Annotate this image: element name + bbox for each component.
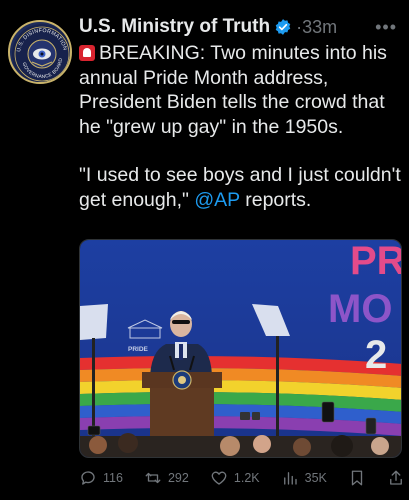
backdrop-text-2: MO bbox=[328, 287, 392, 331]
disinformation-board-seal: U.S. DISINFORMATION GOVERNANCE BOARD bbox=[12, 24, 70, 82]
tweet-photo[interactable]: PR MO 2 PRIDE bbox=[79, 239, 402, 458]
timestamp[interactable]: ·33m bbox=[296, 17, 337, 38]
reply-icon bbox=[81, 471, 95, 485]
reply-count: 116 bbox=[103, 471, 123, 485]
views-button[interactable]: 35K bbox=[281, 469, 327, 487]
views-count: 35K bbox=[304, 471, 327, 485]
author-avatar[interactable]: U.S. DISINFORMATION GOVERNANCE BOARD bbox=[8, 20, 72, 84]
tweet-paragraph-1: BREAKING: Two minutes into his annual Pr… bbox=[79, 41, 405, 139]
siren-emoji-icon bbox=[79, 45, 95, 61]
heart-icon bbox=[211, 471, 227, 485]
repost-count: 292 bbox=[167, 471, 189, 485]
bookmark-icon bbox=[351, 470, 363, 486]
pride-banner-text: PRIDE bbox=[128, 346, 149, 353]
share-button[interactable] bbox=[387, 469, 405, 487]
repost-button[interactable]: 292 bbox=[144, 469, 189, 487]
tweet-actions: 116 292 1.2K 35K bbox=[79, 466, 405, 490]
bookmark-button[interactable] bbox=[348, 469, 366, 487]
tweet-text: BREAKING: Two minutes into his annual Pr… bbox=[79, 41, 405, 212]
reply-button[interactable]: 116 bbox=[79, 469, 123, 487]
like-button[interactable]: 1.2K bbox=[210, 469, 260, 487]
tweet-paragraph-2: "I used to see boys and I just couldn't … bbox=[79, 163, 405, 212]
more-options-icon[interactable]: ••• bbox=[375, 17, 403, 38]
mention-link[interactable]: @AP bbox=[194, 189, 239, 211]
views-icon bbox=[283, 472, 297, 485]
backdrop-text-3: 2 bbox=[365, 333, 387, 377]
backdrop-text-1: PR bbox=[350, 240, 402, 283]
share-icon bbox=[390, 470, 402, 485]
tweet-header: U.S. Ministry of Truth ·33m ••• bbox=[79, 13, 403, 41]
quote-tail: reports. bbox=[239, 188, 312, 211]
photo-scene: PR MO 2 PRIDE bbox=[80, 240, 402, 457]
repost-icon bbox=[145, 472, 161, 484]
timestamp-value: 33m bbox=[302, 16, 338, 37]
author-name[interactable]: U.S. Ministry of Truth bbox=[79, 16, 270, 38]
like-count: 1.2K bbox=[233, 471, 260, 485]
tweet-paragraph-1-text: BREAKING: Two minutes into his annual Pr… bbox=[79, 42, 387, 138]
verified-badge-icon[interactable] bbox=[274, 18, 292, 36]
rainbow-stripes bbox=[80, 356, 401, 436]
